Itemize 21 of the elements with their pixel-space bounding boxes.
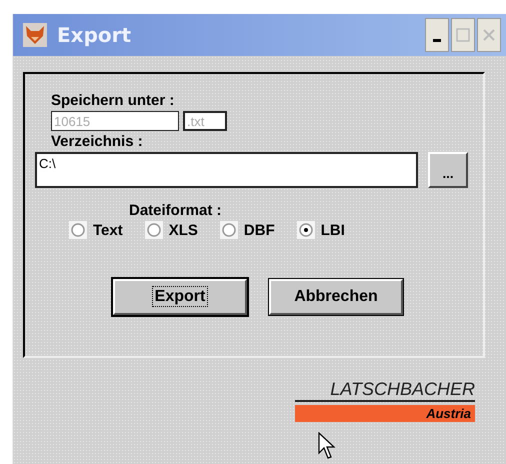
country-banner: Austria [295,405,475,422]
format-radio[interactable]: LBI [296,221,345,239]
dialog-button[interactable]: Abbrechen [269,279,403,315]
mouse-cursor-icon [318,432,336,460]
save-as-label: Speichern unter : [51,92,176,109]
format-radio[interactable]: XLS [144,221,198,239]
brand-name: LATSCHBACHER [295,379,475,402]
browse-button[interactable]: ... [428,152,468,188]
maximize-icon [456,28,470,42]
format-radio[interactable]: Text [69,221,123,239]
close-button[interactable] [477,18,501,52]
minimize-button[interactable] [425,18,449,52]
dialog-button[interactable]: Export [113,279,247,315]
window-title: Export [57,23,132,47]
directory-label: Verzeichnis : [51,133,144,150]
directory-field[interactable]: C:\ [35,152,418,188]
format-radio[interactable]: DBF [220,221,275,239]
file-format-label: Dateiformat : [129,202,223,219]
close-icon [483,29,495,41]
fox-icon [23,23,47,47]
minimize-icon [433,38,441,42]
